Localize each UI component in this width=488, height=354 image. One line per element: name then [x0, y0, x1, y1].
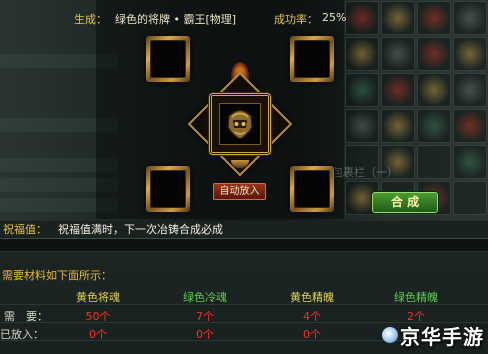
- slot-interior: [294, 170, 330, 208]
- material-header-yellow-essence: 黄色精魄: [290, 291, 334, 304]
- craft-button[interactable]: 合 成: [372, 192, 438, 213]
- inventory-slot: [453, 73, 487, 107]
- material-slot-top-right[interactable]: [290, 36, 334, 82]
- material-header-green-soul: 绿色冷魂: [183, 291, 227, 304]
- inventory-slot: [453, 181, 487, 215]
- blessing-bar: [0, 238, 488, 252]
- placed-row-label: 已放入：: [0, 328, 44, 341]
- helmet-icon: [223, 105, 257, 144]
- blessing-label: 祝福值：: [3, 223, 47, 236]
- auto-fill-button[interactable]: 自动放入: [213, 183, 266, 200]
- placed-count: 0个: [89, 328, 107, 341]
- inventory-slot: [453, 109, 487, 143]
- inventory-slot: [381, 1, 415, 35]
- inventory-slot: [381, 37, 415, 71]
- inventory-slot: [417, 37, 451, 71]
- inventory-slot: [417, 145, 451, 179]
- center-item-slot[interactable]: [219, 103, 261, 145]
- inventory-slot: [345, 37, 379, 71]
- material-slot-bottom-left[interactable]: [146, 166, 190, 212]
- watermark-text: 京华手游: [400, 325, 484, 349]
- placed-count: 0个: [303, 328, 321, 341]
- material-header-yellow-soul: 黄色将魂: [76, 291, 120, 304]
- slot-interior: [294, 40, 330, 78]
- inventory-grid: [344, 0, 488, 216]
- success-rate-value: 25%: [322, 11, 347, 24]
- inventory-slot: [381, 109, 415, 143]
- bag-title: 包裹栏（一）: [332, 166, 398, 179]
- material-slot-bottom-right[interactable]: [290, 166, 334, 212]
- blessing-description: 祝福值满时，下一次冶铸合成必成: [58, 223, 223, 236]
- inventory-slot: [417, 109, 451, 143]
- placed-count: 0个: [196, 328, 214, 341]
- inventory-slot: [417, 73, 451, 107]
- required-count: 50个: [85, 310, 111, 323]
- inventory-slot: [453, 1, 487, 35]
- inventory-slot: [453, 145, 487, 179]
- output-label: 生成：: [74, 13, 107, 26]
- slot-interior: [150, 40, 186, 78]
- output-item-name: 绿色的将牌 • 霸王[物理]: [115, 13, 237, 26]
- material-slot-top-left[interactable]: [146, 36, 190, 82]
- inventory-slot: [345, 109, 379, 143]
- slot-interior: [150, 170, 186, 208]
- inventory-slot: [345, 73, 379, 107]
- materials-title: 需要材料如下面所示：: [2, 269, 112, 282]
- inventory-slot: [381, 73, 415, 107]
- required-count: 4个: [303, 310, 321, 323]
- inventory-slot: [345, 1, 379, 35]
- logo-icon: [382, 327, 398, 343]
- material-header-green-essence: 绿色精魄: [394, 291, 438, 304]
- required-row-label: 需 要：: [4, 310, 48, 323]
- inventory-slot: [417, 1, 451, 35]
- success-rate-label: 成功率：: [274, 13, 318, 26]
- required-count: 7个: [196, 310, 214, 323]
- inventory-slot: [453, 37, 487, 71]
